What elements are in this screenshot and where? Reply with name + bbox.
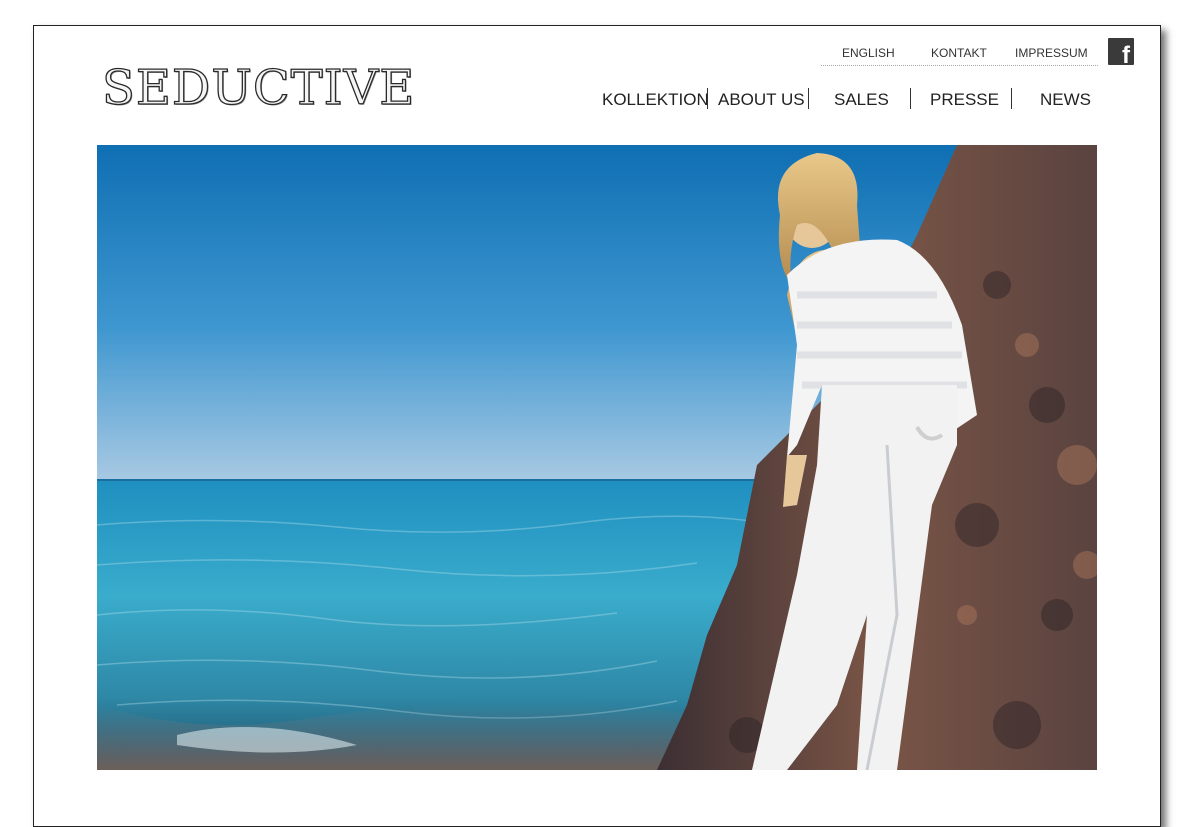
hero-illustration bbox=[97, 145, 1097, 770]
utility-nav: ENGLISH KONTAKT IMPRESSUM bbox=[821, 43, 1098, 66]
facebook-glyph: f bbox=[1122, 42, 1130, 66]
nav-separator bbox=[1011, 88, 1012, 109]
utility-link-impressum[interactable]: IMPRESSUM bbox=[1015, 46, 1088, 60]
nav-item-news[interactable]: NEWS bbox=[1040, 90, 1091, 110]
nav-separator bbox=[707, 88, 708, 109]
main-nav: KOLLEKTION ABOUT US SALES PRESSE NEWS bbox=[599, 86, 1099, 112]
nav-separator bbox=[808, 88, 809, 109]
facebook-icon[interactable]: f bbox=[1108, 38, 1134, 65]
hero-image bbox=[97, 145, 1097, 770]
page-frame: SEDUCTIVE ENGLISH KONTAKT IMPRESSUM f KO… bbox=[33, 25, 1161, 827]
utility-link-english[interactable]: ENGLISH bbox=[842, 46, 895, 60]
nav-item-presse[interactable]: PRESSE bbox=[930, 90, 999, 110]
utility-link-kontakt[interactable]: KONTAKT bbox=[931, 46, 987, 60]
site-logo[interactable]: SEDUCTIVE bbox=[101, 63, 415, 112]
nav-item-kollektion[interactable]: KOLLEKTION bbox=[602, 90, 709, 110]
nav-item-sales[interactable]: SALES bbox=[834, 90, 889, 110]
nav-separator bbox=[910, 88, 911, 109]
nav-item-about-us[interactable]: ABOUT US bbox=[718, 90, 805, 110]
